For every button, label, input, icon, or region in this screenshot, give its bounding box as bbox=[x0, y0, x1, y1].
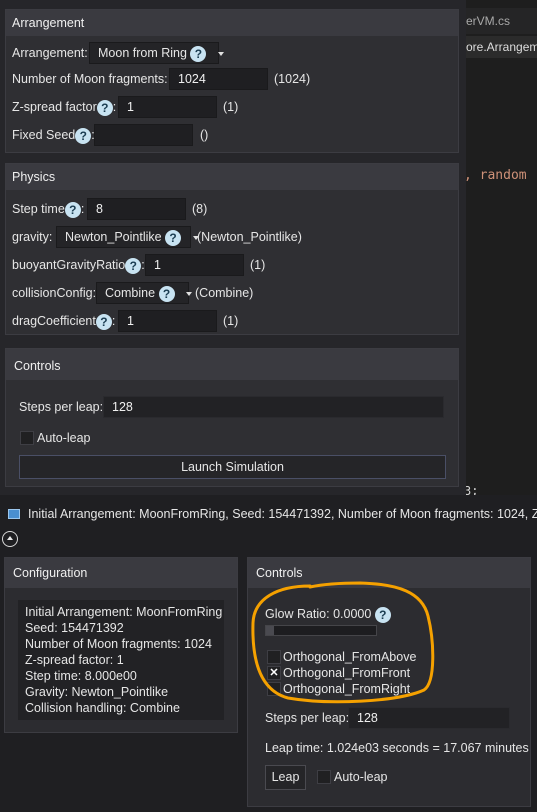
help-icon[interactable]: ? bbox=[64, 201, 81, 218]
editor-tab[interactable]: erVM.cs bbox=[458, 8, 537, 34]
buoyant-label: buoyantGravityRatio?: bbox=[12, 255, 145, 275]
steptime-label: Step time?: bbox=[12, 199, 84, 219]
leap-button[interactable]: Leap bbox=[265, 765, 306, 790]
help-icon[interactable]: ? bbox=[165, 229, 182, 246]
leap-time-text: Leap time: 1.024e03 seconds = 17.067 min… bbox=[265, 741, 529, 755]
highlight-circle bbox=[251, 581, 435, 704]
zspread-label-text: Z-spread factor bbox=[12, 100, 97, 114]
steptime-input[interactable]: 8 bbox=[87, 198, 186, 220]
arrangement-title: Arrangement bbox=[6, 10, 458, 36]
help-icon[interactable]: ? bbox=[96, 99, 113, 116]
autoleap-checkbox-bottom[interactable] bbox=[317, 770, 331, 784]
chevron-down-icon bbox=[217, 51, 224, 56]
config-line: Gravity: Newton_Pointlike bbox=[25, 685, 169, 699]
help-icon[interactable]: ? bbox=[75, 127, 92, 144]
configuration-text-box: Initial Arrangement: MoonFromRing Seed: … bbox=[18, 600, 224, 720]
config-line: Initial Arrangement: MoonFromRing bbox=[25, 605, 223, 619]
controls-panel-top: Controls Steps per leap: 128 Auto-leap L… bbox=[5, 348, 459, 487]
editor-code-fragment: , random bbox=[464, 168, 527, 183]
arrangement-dropdown-value: Moon from Ring bbox=[98, 46, 187, 60]
drag-label-text: dragCoefficient bbox=[12, 314, 96, 328]
arrangement-dropdown[interactable]: Moon from Ring ? bbox=[89, 42, 224, 64]
buoyant-label-text: buoyantGravityRatio bbox=[12, 258, 126, 272]
fragments-input[interactable]: 1024 bbox=[169, 68, 268, 90]
drag-paren: (1) bbox=[223, 314, 239, 328]
buoyant-input[interactable]: 1 bbox=[145, 254, 244, 276]
collision-dropdown[interactable]: Combine ? bbox=[96, 282, 192, 304]
gravity-paren: (Newton_Pointlike) bbox=[197, 230, 302, 244]
editor-line: ore.Arrangem bbox=[458, 36, 537, 58]
steptime-colon: : bbox=[80, 202, 85, 216]
buoyant-paren: (1) bbox=[250, 258, 266, 272]
zspread-input[interactable]: 1 bbox=[118, 96, 217, 118]
seed-label-text: Fixed Seed bbox=[12, 128, 76, 142]
gravity-label: gravity: bbox=[12, 230, 53, 244]
config-line: Number of Moon fragments: 1024 bbox=[25, 637, 212, 651]
autoleap-label-bottom: Auto-leap bbox=[334, 770, 388, 784]
chevron-up-icon bbox=[7, 536, 13, 540]
config-line: Seed: 154471392 bbox=[25, 621, 124, 635]
config-line: Step time: 8.000e00 bbox=[25, 669, 137, 683]
help-icon[interactable]: ? bbox=[95, 313, 112, 330]
collapse-button[interactable] bbox=[2, 531, 18, 547]
gravity-dropdown[interactable]: Newton_Pointlike ? bbox=[56, 226, 199, 248]
arrangement-panel: Arrangement Arrangement: Moon from Ring … bbox=[5, 9, 459, 153]
physics-title: Physics bbox=[6, 164, 458, 190]
physics-panel: Physics Step time?: 8 (8) gravity: Newto… bbox=[5, 163, 459, 335]
arrangement-label: Arrangement: bbox=[12, 46, 88, 60]
collision-dropdown-value: Combine bbox=[105, 286, 156, 300]
config-line: Z-spread factor: 1 bbox=[25, 653, 124, 667]
configuration-title: Configuration bbox=[5, 558, 237, 588]
zspread-paren: (1) bbox=[223, 100, 239, 114]
config-line: Collision handling: Combine bbox=[25, 701, 180, 715]
seed-label: Fixed Seed?: bbox=[12, 125, 95, 145]
zspread-label: Z-spread factor?: bbox=[12, 97, 116, 117]
zspread-colon: : bbox=[112, 100, 117, 114]
launch-simulation-button[interactable]: Launch Simulation bbox=[19, 455, 446, 479]
fragments-paren: (1024) bbox=[274, 72, 311, 86]
configuration-panel: Configuration Initial Arrangement: MoonF… bbox=[4, 557, 238, 733]
fragments-label: Number of Moon fragments: bbox=[12, 72, 168, 86]
drag-label: dragCoefficient?: bbox=[12, 311, 115, 331]
autoleap-label-top: Auto-leap bbox=[37, 431, 91, 445]
drag-colon: : bbox=[111, 314, 116, 328]
drag-input[interactable]: 1 bbox=[118, 310, 217, 332]
seed-input[interactable] bbox=[94, 124, 193, 146]
steptime-label-text: Step time bbox=[12, 202, 65, 216]
collision-paren: (Combine) bbox=[195, 286, 254, 300]
steps-label-bottom: Steps per leap: bbox=[265, 711, 350, 725]
status-bar: Initial Arrangement: MoonFromRing, Seed:… bbox=[0, 503, 537, 525]
steps-input-bottom[interactable]: 128 bbox=[348, 707, 510, 729]
autoleap-checkbox-top[interactable] bbox=[20, 431, 34, 445]
highlight-circle-stroke bbox=[251, 581, 435, 704]
gravity-dropdown-value: Newton_Pointlike bbox=[65, 230, 162, 244]
help-icon[interactable]: ? bbox=[158, 285, 175, 302]
steps-label-top: Steps per leap: bbox=[19, 400, 104, 414]
controls-top-title: Controls bbox=[6, 349, 458, 380]
steptime-paren: (8) bbox=[192, 202, 208, 216]
seed-paren: () bbox=[200, 128, 209, 142]
status-text: Initial Arrangement: MoonFromRing, Seed:… bbox=[28, 507, 537, 521]
help-icon[interactable]: ? bbox=[125, 257, 142, 274]
editor-background: erVM.cs ore.Arrangem , random 3; bbox=[458, 0, 537, 498]
help-icon[interactable]: ? bbox=[190, 45, 207, 62]
steps-input-top[interactable]: 128 bbox=[103, 396, 444, 418]
chevron-down-icon bbox=[186, 291, 192, 296]
collision-label: collisionConfig: bbox=[12, 286, 97, 300]
window-icon bbox=[8, 509, 20, 519]
